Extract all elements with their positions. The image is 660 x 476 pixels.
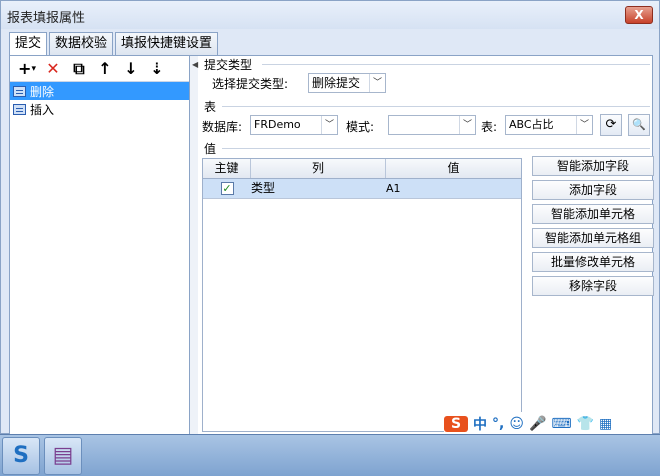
primary-key-checkbox[interactable]: ✓: [220, 182, 234, 195]
table-select[interactable]: ABC占比 ﹀: [505, 115, 593, 135]
add-icon[interactable]: + ▾: [14, 58, 40, 80]
primary-key-cell[interactable]: ✓: [203, 179, 251, 198]
emoji-icon[interactable]: ☺: [509, 416, 524, 432]
taskbar: S ▤: [0, 434, 660, 476]
tab-content: + ▾ ✕ ⧉ ↑ ↓ ⇣ 删除 插入 ◀ 提交类型 选择提交类型: 删除提交 …: [9, 55, 654, 435]
remove-field-button[interactable]: 移除字段: [532, 276, 654, 296]
submit-type-label: 选择提交类型:: [212, 77, 289, 91]
submit-list-pane: + ▾ ✕ ⧉ ↑ ↓ ⇣ 删除 插入: [10, 56, 190, 434]
mode-select[interactable]: ﹀: [388, 115, 476, 135]
add-field-button[interactable]: 添加字段: [532, 180, 654, 200]
chinese-mode-icon[interactable]: 中: [473, 414, 487, 434]
ime-toolbar: S 中 °, ☺ 🎤 ⌨ 👕 ▦: [444, 412, 618, 436]
sogou-app-icon[interactable]: S: [2, 437, 40, 475]
value-cell[interactable]: A1: [386, 179, 521, 198]
field-action-buttons: 智能添加字段 添加字段 智能添加单元格 智能添加单元格组 批量修改单元格 移除字…: [532, 156, 654, 300]
table-row[interactable]: ✓ 类型 A1: [203, 179, 521, 199]
submit-item-icon: [13, 85, 26, 97]
pane-splitter[interactable]: ◀: [190, 56, 198, 434]
batch-modify-cell-button[interactable]: 批量修改单元格: [532, 252, 654, 272]
tab-data-validation[interactable]: 数据校验: [49, 32, 114, 55]
column-header[interactable]: 主键: [203, 159, 251, 178]
tab-shortcut-settings[interactable]: 填报快捷键设置: [115, 32, 219, 55]
title-bar: 报表填报属性 X: [1, 1, 659, 29]
divider: [222, 148, 650, 149]
preview-icon[interactable]: 🔍: [628, 114, 650, 136]
submit-settings-pane: 提交类型 选择提交类型: 删除提交 ﹀ 表 数据库: FRDemo ﹀ 模式: ﹀ …: [200, 56, 654, 434]
tree-item-label: 删除: [30, 84, 55, 99]
column-header[interactable]: 值: [386, 159, 521, 178]
smart-add-cell-button[interactable]: 智能添加单元格: [532, 204, 654, 224]
tree-item-delete[interactable]: 删除: [10, 82, 189, 100]
table-heading: 表: [204, 100, 217, 114]
chevron-down-icon[interactable]: ﹀: [576, 116, 592, 134]
database-select[interactable]: FRDemo ﹀: [250, 115, 338, 135]
smart-add-field-button[interactable]: 智能添加字段: [532, 156, 654, 176]
close-button[interactable]: X: [625, 6, 653, 24]
database-label: 数据库:: [202, 120, 243, 134]
tree-item-label: 插入: [30, 102, 55, 117]
value-heading: 值: [204, 142, 217, 156]
submit-item-icon: [13, 103, 26, 115]
sogou-logo-icon[interactable]: S: [444, 416, 468, 432]
tab-submit[interactable]: 提交: [9, 32, 48, 56]
table-label: 表:: [481, 120, 498, 134]
collapse-arrow-icon[interactable]: ◀: [192, 60, 198, 69]
punctuation-icon[interactable]: °,: [492, 416, 504, 432]
microphone-icon[interactable]: 🎤: [529, 416, 546, 432]
chevron-down-icon[interactable]: ﹀: [459, 116, 475, 134]
refresh-icon[interactable]: ⟳: [600, 114, 622, 136]
winrar-app-icon[interactable]: ▤: [44, 437, 82, 475]
tree-item-insert[interactable]: 插入: [10, 100, 189, 118]
copy-icon[interactable]: ⧉: [66, 58, 92, 80]
chevron-down-icon[interactable]: ﹀: [369, 74, 385, 92]
tab-strip: 提交 数据校验 填报快捷键设置: [9, 32, 220, 56]
table-header: 主键 列 值: [203, 159, 521, 179]
move-down-icon[interactable]: ↓: [118, 58, 144, 80]
chevron-down-icon[interactable]: ﹀: [321, 116, 337, 134]
column-cell[interactable]: 类型: [251, 179, 386, 198]
list-toolbar: + ▾ ✕ ⧉ ↑ ↓ ⇣: [10, 56, 189, 82]
column-header[interactable]: 列: [251, 159, 386, 178]
delete-icon[interactable]: ✕: [40, 58, 66, 80]
submit-type-heading: 提交类型: [204, 58, 253, 72]
keyboard-icon[interactable]: ⌨: [551, 416, 571, 432]
divider: [262, 64, 650, 65]
mode-label: 模式:: [346, 120, 375, 134]
smart-add-cell-group-button[interactable]: 智能添加单元格组: [532, 228, 654, 248]
skin-icon[interactable]: 👕: [577, 416, 594, 432]
field-mapping-table: 主键 列 值 ✓ 类型 A1: [202, 158, 522, 432]
submit-type-select[interactable]: 删除提交 ﹀: [308, 73, 386, 93]
toolbox-icon[interactable]: ▦: [599, 416, 612, 432]
sort-icon[interactable]: ⇣: [144, 58, 170, 80]
window-title: 报表填报属性: [7, 11, 86, 26]
divider: [222, 106, 650, 107]
move-up-icon[interactable]: ↑: [92, 58, 118, 80]
dialog-window: 报表填报属性 X 提交 数据校验 填报快捷键设置 + ▾ ✕ ⧉ ↑ ↓ ⇣ 删除…: [0, 0, 660, 435]
